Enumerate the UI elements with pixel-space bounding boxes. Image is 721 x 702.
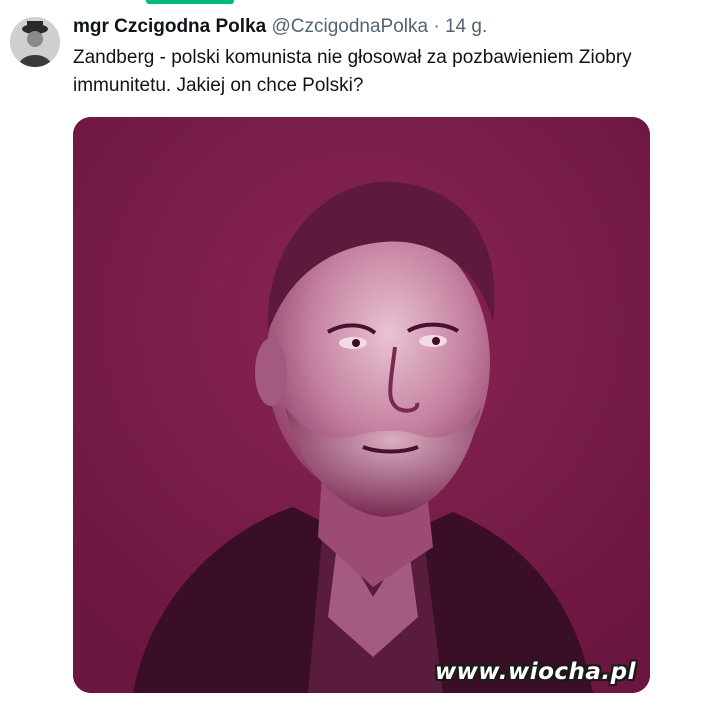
author-display-name[interactable]: mgr Czcigodna Polka (73, 16, 266, 37)
tweet-timestamp[interactable]: 14 g. (445, 16, 487, 37)
tweet-header: mgr Czcigodna Polka @CzcigodnaPolka · 14… (73, 15, 487, 39)
author-avatar[interactable] (10, 17, 60, 67)
tweet-view: mgr Czcigodna Polka @CzcigodnaPolka · 14… (0, 0, 721, 702)
avatar-image (10, 17, 60, 67)
author-handle[interactable]: @CzcigodnaPolka (271, 16, 428, 37)
header-separator: · (433, 16, 440, 37)
active-tab-indicator (146, 0, 234, 4)
tweet-media-photo[interactable]: www.wiocha.pl (73, 117, 650, 693)
tweet-text: Zandberg - polski komunista nie głosował… (73, 47, 632, 96)
watermark-text: www.wiocha.pl (434, 659, 636, 685)
portrait-photo (73, 117, 650, 693)
